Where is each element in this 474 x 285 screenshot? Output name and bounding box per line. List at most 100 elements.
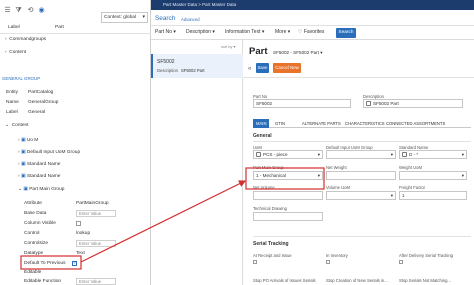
- search-label: Search: [155, 15, 176, 22]
- list-icon: [402, 152, 407, 157]
- favorites-button[interactable]: ♡ Favorites: [298, 29, 324, 35]
- net-weight-input[interactable]: [326, 171, 396, 180]
- tab-alternate-parts[interactable]: ALTERNATE PARTS: [302, 119, 341, 128]
- chevron-down-icon: ▾: [390, 152, 393, 157]
- prop-input[interactable]: Enter Value: [76, 278, 116, 285]
- weight-uom-select[interactable]: ▾: [399, 171, 467, 180]
- label-header-value: Part: [55, 25, 64, 30]
- eye-icon[interactable]: ◉: [37, 6, 46, 15]
- tree-item[interactable]: › ▣ Uo M: [18, 138, 38, 143]
- prop-label: Column Visible: [24, 221, 56, 226]
- list-icon: [256, 152, 261, 157]
- prop-label: Controlsize: [24, 241, 48, 246]
- label-value: General: [28, 110, 46, 115]
- filter-more[interactable]: More ▾: [275, 29, 290, 35]
- general-section-title: General: [253, 133, 272, 139]
- save-button[interactable]: Save: [256, 63, 269, 73]
- filter-description[interactable]: Description ▾: [186, 29, 215, 35]
- prop-label: Attribute: [24, 201, 42, 206]
- translate-icon[interactable]: ⟲: [26, 6, 35, 15]
- prop-label: Editable: [24, 270, 42, 275]
- chevron-down-icon: ▾: [390, 193, 393, 198]
- designer-toolbar: ☰ ⧩ ⟲ ◉ Context: global ▾: [0, 0, 151, 34]
- default-input-uom-select[interactable]: ▾: [326, 150, 396, 159]
- content-group-node[interactable]: ⌄ Content: [5, 123, 29, 128]
- chevron-down-icon: ▾: [461, 173, 464, 178]
- freight-factor-input[interactable]: 1: [399, 191, 467, 200]
- divider: [253, 141, 471, 142]
- heart-icon: ♡: [298, 29, 303, 35]
- prop-value: PartMainGroup: [76, 201, 109, 206]
- default-to-previous-checkbox[interactable]: ✓: [72, 261, 77, 266]
- prop-input[interactable]: Enter Value: [76, 240, 116, 247]
- part-no-input[interactable]: SF5002: [253, 99, 351, 108]
- stop-po-label: Stop PO Arrivals of Issues Serials: [253, 278, 316, 283]
- net-volume-label: Net Volume: [253, 185, 275, 190]
- stop-creation-label: Stop Creation of New Serials in...: [326, 278, 388, 283]
- net-volume-input[interactable]: [253, 191, 323, 200]
- result-list: sort by ▾ SF5002 Description SF5002 Part: [151, 40, 243, 285]
- content-node[interactable]: › Content: [5, 50, 26, 55]
- prop-input[interactable]: Enter Value: [76, 210, 116, 217]
- tree-item[interactable]: › ▣ Standard Name: [18, 174, 60, 179]
- chevron-down-icon: ▾: [317, 152, 320, 157]
- list-item-desc: SF5002 Part: [181, 68, 205, 73]
- tab-characteristics[interactable]: CHARACTERISTICS: [345, 119, 385, 128]
- record-selector[interactable]: SF5002 - SF5002 Part ▾: [273, 50, 323, 56]
- technical-drawing-label: Technical Drawing: [253, 206, 287, 211]
- filter-bar: Part No ▾ Description ▾ Information Text…: [151, 26, 474, 40]
- volume-uom-select[interactable]: ▾: [326, 191, 396, 200]
- name-value: GeneralGroup: [28, 100, 59, 105]
- context-select[interactable]: Context: global ▾: [101, 12, 148, 23]
- sort-by[interactable]: sort by ▾: [221, 44, 235, 49]
- general-group-title: GENERAL GROUP: [2, 76, 41, 81]
- entity-value: PartCatalog: [28, 90, 54, 95]
- in-inventory-checkbox[interactable]: [326, 260, 330, 264]
- prop-label: Control: [24, 231, 40, 236]
- entity-label: Entity: [6, 90, 18, 95]
- tree-item-part-main-group[interactable]: ⌄ ▣ Part Main Group: [18, 187, 64, 192]
- cancel-new-button[interactable]: Cancel New: [273, 63, 301, 73]
- standard-name-select[interactable]: D - * ▾: [399, 150, 467, 159]
- at-receipt-label: At Receipt and Issue: [253, 253, 292, 258]
- technical-drawing-input[interactable]: [253, 212, 323, 221]
- filter-part-no[interactable]: Part No ▾: [155, 29, 176, 35]
- prop-value: lookup: [76, 231, 91, 236]
- description-input[interactable]: SF5002 Part: [363, 99, 463, 108]
- document-icon: [366, 101, 371, 106]
- filter-information-text[interactable]: Information Text ▾: [225, 29, 264, 35]
- after-delivery-checkbox[interactable]: [399, 260, 403, 264]
- chevron-down-icon: ▾: [317, 173, 320, 178]
- column-visible-checkbox[interactable]: [76, 221, 81, 226]
- tab-gtin[interactable]: GTIN: [275, 119, 285, 128]
- part-main-group-select[interactable]: 1 - Mechanical ▾: [253, 171, 323, 180]
- advanced-link[interactable]: Advanced: [181, 17, 200, 22]
- prop-label-default-to-previous: Default To Previous: [24, 261, 66, 266]
- detail-pane: Part SF5002 - SF5002 Part ▾ « Save Cance…: [243, 40, 474, 285]
- list-icon[interactable]: ☰: [3, 6, 12, 15]
- serial-tracking-title: Serial Tracking: [253, 241, 289, 247]
- page-title: Part: [249, 46, 268, 57]
- tree-item[interactable]: › ▣ Default Input UoM Group: [18, 150, 80, 155]
- prop-label: Editable Function: [24, 279, 62, 284]
- prop-label: Datatype: [24, 251, 44, 256]
- breadcrumb: Part Master Data > Part Master Data: [151, 0, 474, 10]
- uom-select[interactable]: PCS - piece ▾: [253, 150, 323, 159]
- search-button[interactable]: Search: [336, 28, 356, 38]
- funnel-icon[interactable]: ⧩: [14, 6, 23, 15]
- freight-factor-label: Freight Factor: [399, 185, 426, 190]
- commandgroups-node[interactable]: › Commandgroups: [5, 37, 46, 42]
- volume-uom-label: Volume UoM: [326, 185, 350, 190]
- list-item[interactable]: SF5002 Description SF5002 Part: [151, 54, 243, 78]
- at-receipt-checkbox[interactable]: [253, 260, 257, 264]
- prop-value: Text: [76, 251, 85, 256]
- tab-connected-assortments[interactable]: CONNECTED ASSORTMENTS: [386, 119, 445, 128]
- chevron-down-icon: ▾: [461, 152, 464, 157]
- tree-item[interactable]: › ▣ Standard Name: [18, 162, 60, 167]
- name-label: Name: [6, 100, 19, 105]
- app-window: Part Master Data > Part Master Data Sear…: [151, 0, 474, 285]
- divider: [243, 77, 474, 78]
- in-inventory-label: In Inventory: [326, 253, 348, 258]
- collapse-icon[interactable]: «: [248, 66, 251, 72]
- tab-main[interactable]: MAIN: [253, 119, 270, 128]
